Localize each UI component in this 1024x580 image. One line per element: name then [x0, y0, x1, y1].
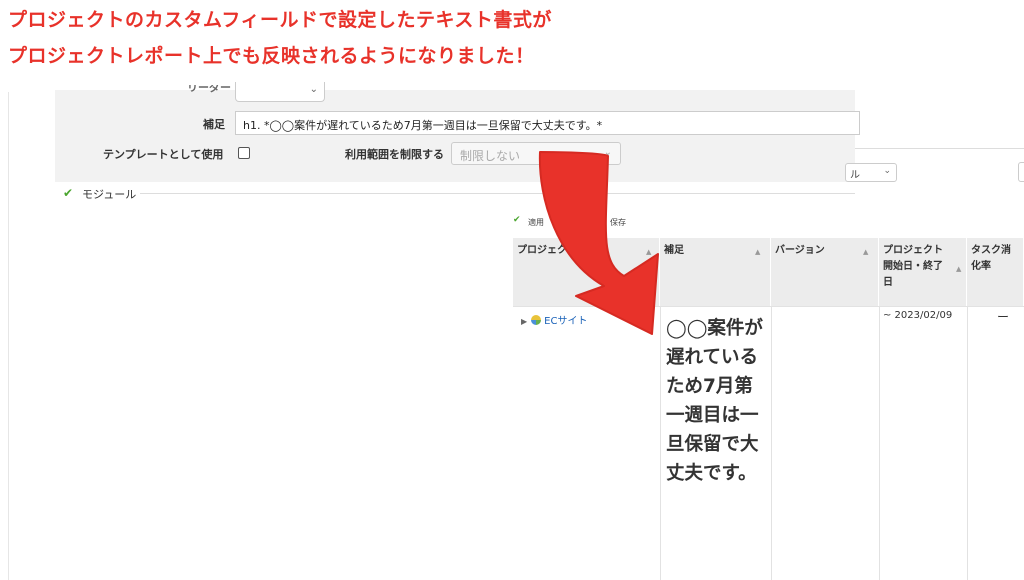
- limit-select[interactable]: 制限しない ⌄: [451, 142, 621, 165]
- headline-line-2: プロジェクトレポート上でも反映されるようになりました！: [8, 45, 535, 67]
- template-checkbox[interactable]: [238, 147, 250, 159]
- page-border: [8, 92, 9, 580]
- column-header-label: タスク消: [971, 245, 1011, 256]
- note-label: 補足: [203, 118, 225, 131]
- column-header-project[interactable]: プロジェクト ▲: [513, 238, 660, 306]
- column-header-version[interactable]: バージョン ▲: [771, 238, 879, 306]
- column-header-dates[interactable]: プロジェクト 開始日・終了 日 ▲: [879, 238, 967, 306]
- sort-icon: ▲: [956, 265, 962, 273]
- table-row: ▶ ECサイト: [521, 312, 587, 327]
- headline-line-1: プロジェクトのカスタムフィールドで設定したテキスト書式が: [8, 9, 552, 31]
- filter-select[interactable]: ル ⌄: [845, 163, 897, 182]
- column-header-label: 補足: [664, 245, 684, 256]
- column-header-label: バージョン: [775, 245, 825, 256]
- task-rate-cell: ー: [997, 310, 1010, 324]
- template-label: テンプレートとして使用: [103, 148, 224, 161]
- expand-icon[interactable]: ▶: [521, 317, 527, 326]
- dates-cell: ~ 2023/02/09: [883, 310, 953, 321]
- column-header-label: 化率: [971, 261, 991, 272]
- filter-select-value: ル: [850, 170, 860, 181]
- leader-select[interactable]: ⌄: [235, 82, 325, 102]
- settings-form-panel: [55, 90, 855, 182]
- limit-label: 利用範囲を制限する: [345, 148, 444, 161]
- chevron-down-icon: ⌄: [309, 84, 318, 95]
- check-icon: ✔: [63, 186, 74, 200]
- column-header-label: プロジェクト: [517, 245, 577, 256]
- save-link[interactable]: 保存: [610, 217, 626, 228]
- column-divider: [967, 306, 968, 580]
- column-header-note[interactable]: 補足 ▲: [660, 238, 771, 306]
- check-icon: ✔: [513, 215, 521, 225]
- note-cell: ◯◯案件が遅れているため7月第一週目は一旦保留で大丈夫です。: [666, 318, 763, 484]
- column-header-task-rate[interactable]: タスク消 化率: [967, 238, 1024, 306]
- chevron-down-icon: ⌄: [883, 166, 891, 176]
- apply-link[interactable]: 適用: [528, 217, 544, 228]
- module-label: モジュール: [82, 188, 137, 201]
- filter-select-edge[interactable]: [1018, 162, 1024, 182]
- column-header-label: プロジェクト: [883, 245, 943, 256]
- column-divider: [660, 306, 661, 580]
- divider: [855, 148, 1024, 149]
- leader-label: リーダー: [187, 81, 231, 94]
- limit-select-value: 制限しない: [460, 149, 521, 163]
- sort-icon: ▲: [863, 248, 869, 256]
- chevron-down-icon: ⌄: [603, 147, 612, 158]
- project-link[interactable]: ECサイト: [544, 316, 587, 327]
- module-section[interactable]: ✔ モジュール: [55, 184, 855, 202]
- sort-icon: ▲: [646, 248, 652, 256]
- divider: [140, 193, 855, 194]
- column-header-label: 日: [883, 277, 893, 288]
- note-input[interactable]: h1. *◯◯案件が遅れているため7月第一週目は一旦保留で大丈夫です。*: [235, 111, 860, 135]
- project-icon: [531, 315, 542, 325]
- save-icon: [596, 216, 606, 226]
- column-divider: [879, 306, 880, 580]
- sort-icon: ▲: [755, 248, 761, 256]
- column-divider: [771, 306, 772, 580]
- column-header-label: 開始日・終了: [883, 261, 943, 272]
- project-report-table: プロジェクト ▲ 補足 ▲ バージョン ▲ プロジェクト 開始日・終了 日 ▲ …: [513, 238, 1024, 580]
- clear-link[interactable]: クリア: [556, 217, 580, 228]
- row-divider: [513, 306, 1024, 307]
